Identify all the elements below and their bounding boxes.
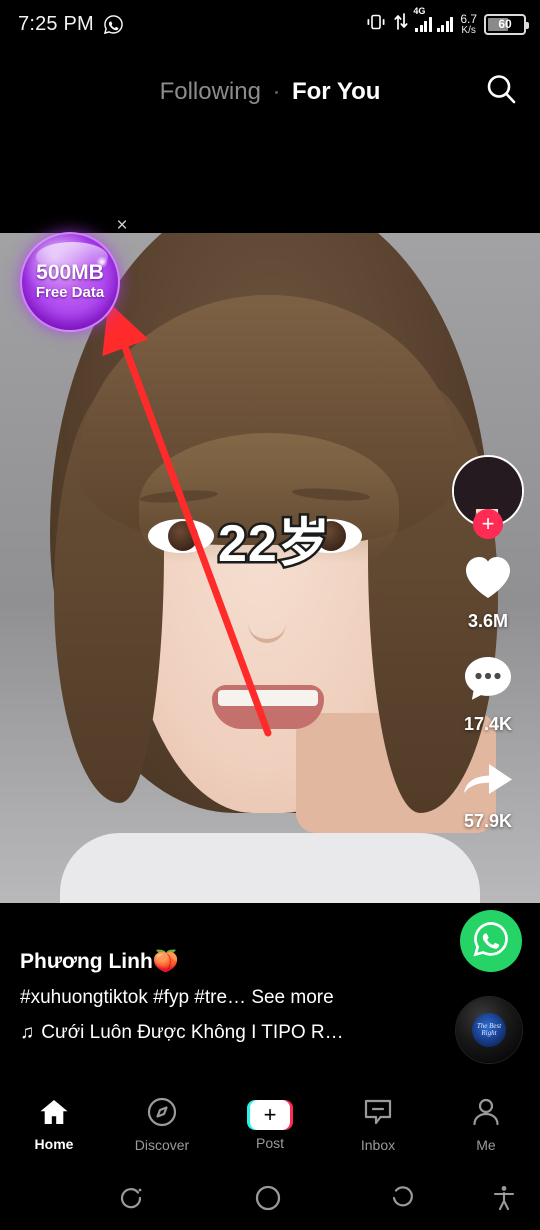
music-disc-label: The Best Right <box>472 1013 506 1047</box>
status-bar: 7:25 PM 4G 6.7 K/s 60 <box>0 0 540 48</box>
share-button[interactable]: 57.9K <box>461 757 515 832</box>
feed-tabs: Following For You <box>160 78 381 106</box>
whatsapp-icon <box>103 14 124 35</box>
whatsapp-share-icon <box>472 920 510 963</box>
like-button[interactable]: 3.6M <box>462 553 514 632</box>
status-bar-left: 7:25 PM <box>18 13 124 36</box>
battery-indicator: 60 <box>484 13 529 35</box>
tiktok-app-screen: 7:25 PM 4G 6.7 K/s 60 Following For You … <box>0 0 540 1230</box>
music-note-icon: ♫ <box>20 1022 35 1043</box>
caption-music[interactable]: ♫ Cưới Luôn Được Không I TIPO R… <box>20 1022 420 1044</box>
subject-shirt <box>60 833 480 903</box>
nav-label-home: Home <box>34 1136 74 1152</box>
recents-icon[interactable] <box>118 1185 144 1211</box>
nav-label-post: Post <box>255 1134 284 1151</box>
video-overlay-text: 22岁 <box>216 513 333 576</box>
subject-eye-left <box>148 519 214 553</box>
status-bar-right: 4G 6.7 K/s 60 <box>365 6 529 36</box>
caption-hashtags[interactable]: #xuhuongtiktok #fyp #tre… See more <box>20 987 420 1009</box>
comment-icon <box>462 654 514 709</box>
hashtags-text: #xuhuongtiktok #fyp #tre… <box>20 987 247 1008</box>
person-icon <box>471 1097 501 1132</box>
heart-icon <box>462 553 514 606</box>
subject-mouth <box>212 685 324 729</box>
feed-tab-bar: Following For You <box>0 48 540 136</box>
whatsapp-share-button[interactable] <box>460 910 522 972</box>
bottom-navigation: Home Discover + Post Inbox Me <box>0 1085 540 1165</box>
free-data-ad-bubble[interactable]: 500MB Free Data <box>20 232 120 332</box>
caption-username[interactable]: Phương Linh🍑 <box>20 950 420 974</box>
comment-button[interactable]: 17.4K <box>462 654 514 735</box>
action-rail: + 3.6M 17.4K 57.9K <box>450 455 526 854</box>
home-icon <box>39 1098 69 1131</box>
back-icon[interactable] <box>390 1185 416 1211</box>
vibrate-icon <box>365 14 387 35</box>
network-type-label: 4G <box>413 6 426 16</box>
android-navigation-bar <box>0 1165 540 1230</box>
accessibility-icon[interactable] <box>492 1185 516 1211</box>
like-count: 3.6M <box>467 611 509 631</box>
nav-label-me: Me <box>476 1137 496 1153</box>
inbox-icon <box>363 1097 393 1132</box>
share-count: 57.9K <box>463 811 513 831</box>
status-time: 7:25 PM <box>18 12 94 35</box>
nav-item-home[interactable]: Home <box>4 1098 104 1152</box>
nav-item-discover[interactable]: Discover <box>112 1097 212 1153</box>
avatar[interactable]: + <box>452 455 524 539</box>
network-speed-value: 6.7 <box>460 11 477 26</box>
data-transfer-icon <box>394 13 408 35</box>
compass-icon <box>147 1097 177 1132</box>
plus-icon: + <box>247 1099 293 1130</box>
ad-headline: 500MB <box>36 260 104 284</box>
share-arrow-icon <box>461 757 515 806</box>
tab-following[interactable]: Following <box>160 78 261 106</box>
follow-button[interactable]: + <box>473 509 503 539</box>
nav-item-post[interactable]: + Post <box>220 1099 320 1151</box>
nav-item-me[interactable]: Me <box>436 1097 536 1153</box>
nav-label-inbox: Inbox <box>360 1137 396 1153</box>
tab-separator <box>274 90 278 94</box>
home-circle-icon[interactable] <box>254 1184 282 1212</box>
battery-percent: 60 <box>498 16 512 31</box>
video-caption: Phương Linh🍑 #xuhuongtiktok #fyp #tre… S… <box>20 950 420 1044</box>
tab-for-you[interactable]: For You <box>292 78 380 106</box>
search-icon[interactable] <box>484 73 518 112</box>
music-title: Cưới Luôn Được Không I TIPO R… <box>41 1022 344 1043</box>
nav-item-inbox[interactable]: Inbox <box>328 1097 428 1153</box>
network-speed-unit: K/s <box>461 24 476 36</box>
signal-bars-icon: 4G <box>413 6 454 32</box>
music-disc-button[interactable]: The Best Right <box>456 997 522 1063</box>
see-more-button[interactable]: See more <box>251 987 333 1008</box>
comment-count: 17.4K <box>463 714 513 734</box>
nav-label-discover: Discover <box>134 1137 190 1153</box>
ad-subtext: Free Data <box>35 283 105 301</box>
close-icon[interactable]: × <box>110 214 134 238</box>
subject-nose <box>248 603 286 643</box>
network-speed: 6.7 K/s <box>460 13 477 36</box>
